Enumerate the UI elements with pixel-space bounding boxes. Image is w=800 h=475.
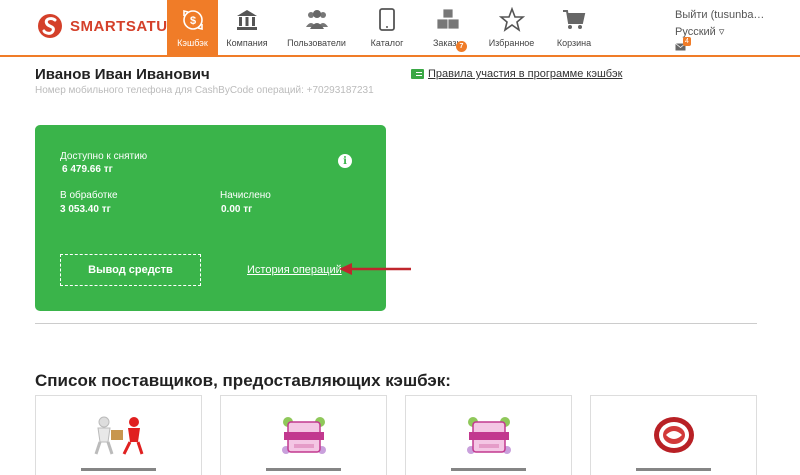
available-value: 6 479.66 тг xyxy=(62,164,113,175)
cashback-rules-label: Правила участия в программе кэшбэк xyxy=(428,68,623,80)
cashback-icon: $ xyxy=(182,9,203,31)
bank-icon xyxy=(237,10,257,30)
annotation-arrow-icon xyxy=(339,263,411,275)
user-full-name: Иванов Иван Иванович xyxy=(35,66,210,83)
logout-link[interactable]: Выйти (tusunba… xyxy=(675,8,764,22)
boxes-icon xyxy=(436,8,460,30)
nav-label: Каталог xyxy=(370,38,404,48)
phone-number-text: Номер мобильного телефона для CashByCode… xyxy=(35,85,374,96)
operations-history-link[interactable]: История операций xyxy=(247,264,342,276)
svg-text:$: $ xyxy=(189,15,195,27)
cashback-rules-link[interactable]: Правила участия в программе кэшбэк xyxy=(411,68,622,80)
section-divider xyxy=(35,323,757,324)
users-icon xyxy=(305,10,328,29)
suppliers-title: Список поставщиков, предоставляющих кэшб… xyxy=(35,371,451,390)
nav-cashback[interactable]: $ Кэшбэк xyxy=(167,0,218,55)
nav-favorites[interactable]: Избранное xyxy=(479,0,544,55)
id-card-icon xyxy=(411,69,424,79)
nav-users[interactable]: Пользователи xyxy=(276,0,357,55)
info-icon[interactable]: i xyxy=(338,154,352,168)
tablet-icon xyxy=(379,8,395,31)
nav-label: Корзина xyxy=(556,38,592,48)
nav-label: Избранное xyxy=(488,38,535,48)
supplier-card[interactable] xyxy=(590,395,757,475)
supplier-card[interactable] xyxy=(405,395,572,475)
supplier-card[interactable] xyxy=(35,395,202,475)
nav-label: Пользователи xyxy=(287,38,346,48)
processing-value: 3 053.40 тг xyxy=(60,204,111,215)
cart-icon xyxy=(563,10,586,29)
available-label: Доступно к снятию xyxy=(60,151,148,162)
red-seal-logo xyxy=(653,417,694,453)
main-nav: $ Кэшбэк Компания Пользователи Каталог З… xyxy=(167,0,604,55)
brand-logo[interactable]: SMARTSATU xyxy=(38,11,168,41)
smartsatu-s-logo-icon xyxy=(38,14,62,38)
supplier-name xyxy=(406,468,571,471)
brand-name: SMARTSATU xyxy=(70,17,168,35)
top-header: SMARTSATU $ Кэшбэк Компания Пользователи… xyxy=(0,0,800,57)
messages-count-badge: 4 xyxy=(683,37,691,46)
messages-button[interactable]: 4 xyxy=(675,37,691,55)
nav-cart[interactable]: Корзина xyxy=(544,0,604,55)
supplier-card[interactable] xyxy=(220,395,387,475)
supplier-name xyxy=(591,468,756,471)
cashback-balance-card: Доступно к снятию 6 479.66 тг i В обрабо… xyxy=(35,125,386,311)
accrued-label: Начислено xyxy=(220,190,271,201)
star-icon xyxy=(498,7,525,32)
accrued-value: 0.00 тг xyxy=(221,204,253,215)
supplier-name xyxy=(36,468,201,471)
withdraw-button[interactable]: Вывод средств xyxy=(60,254,201,286)
pink-label-logo xyxy=(281,417,326,454)
nav-label: Компания xyxy=(226,38,268,48)
nav-company[interactable]: Компания xyxy=(218,0,276,55)
nav-label: Кэшбэк xyxy=(177,38,208,48)
pink-label-logo xyxy=(466,417,511,454)
orders-count-badge: 7 xyxy=(456,41,467,52)
nav-orders[interactable]: Заказы 7 xyxy=(417,0,479,55)
user-box: Выйти (tusunba… Русский ▿ 4 xyxy=(675,8,764,55)
nav-catalog[interactable]: Каталог xyxy=(357,0,417,55)
delivery-man-logo xyxy=(94,416,143,455)
supplier-name xyxy=(221,468,386,471)
processing-label: В обработке xyxy=(60,190,118,201)
